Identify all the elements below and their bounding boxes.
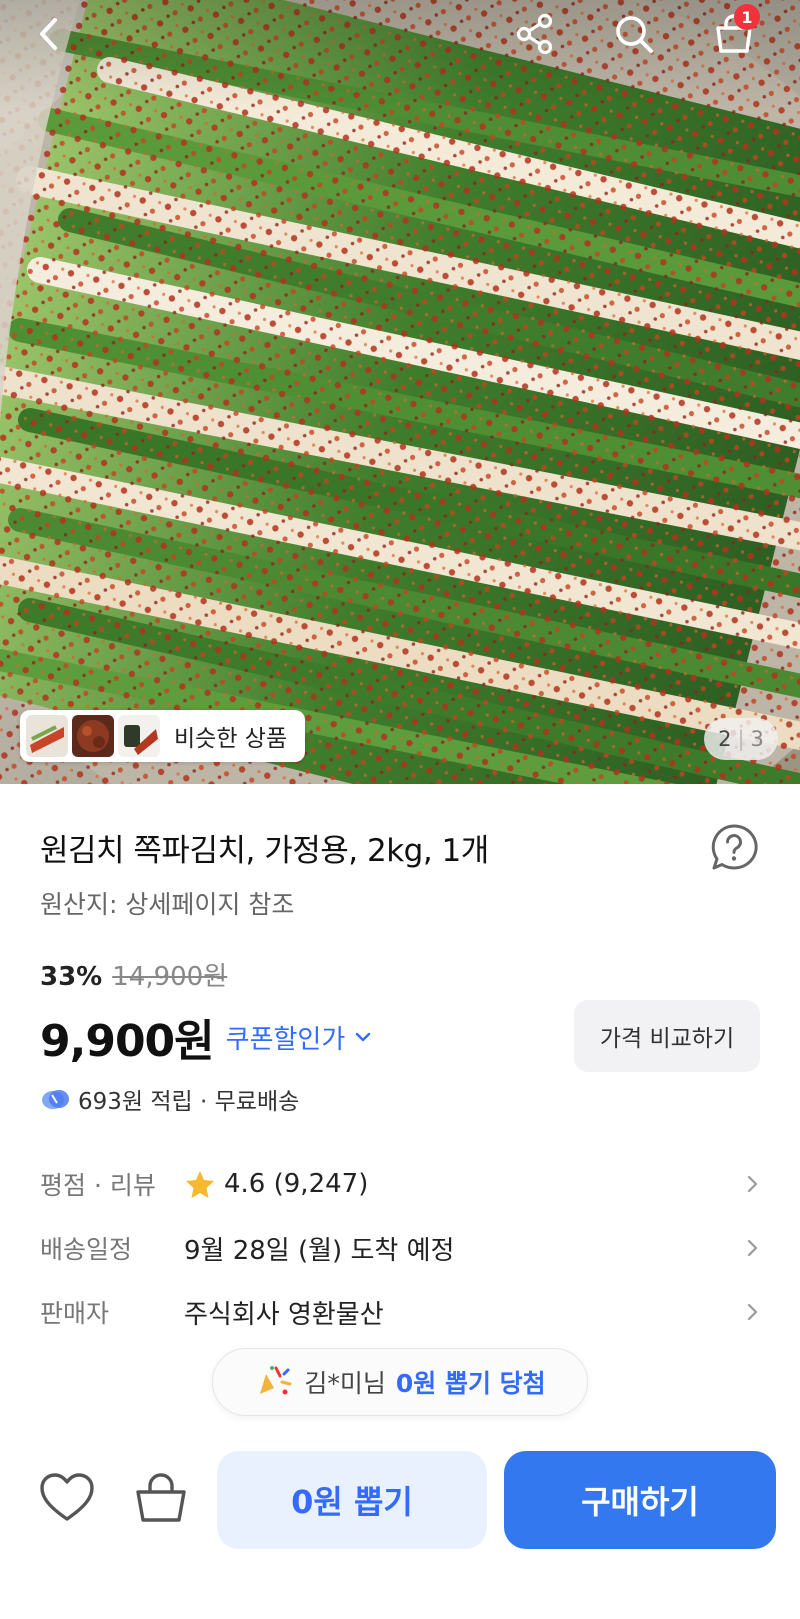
similar-thumb-1 xyxy=(26,715,68,757)
image-page-indicator: 2 | 3 xyxy=(704,718,778,760)
product-image-gallery[interactable]: 1 비슷한 상품 2 | 3 xyxy=(0,0,800,784)
discount-rate: 33% xyxy=(40,962,103,992)
page-separator: | xyxy=(737,727,745,751)
product-photo xyxy=(0,0,800,784)
reward-info: 693원 적립 · 무료배송 xyxy=(40,1082,299,1116)
current-page: 2 xyxy=(718,727,732,751)
chevron-left-icon xyxy=(40,18,57,50)
sale-price: 9,900원 xyxy=(40,1016,215,1067)
share-button[interactable] xyxy=(507,6,563,62)
seller-label: 판매자 xyxy=(40,1299,110,1328)
chevron-down-icon xyxy=(356,1032,371,1042)
seller-value: 주식회사 영환물산 xyxy=(184,1299,384,1330)
similar-thumb-2 xyxy=(72,715,114,757)
heart-icon xyxy=(40,1473,94,1521)
similar-products-button[interactable]: 비슷한 상품 xyxy=(20,710,305,762)
seller-row[interactable]: 판매자 주식회사 영환물산 xyxy=(40,1286,762,1338)
original-price: 14,900원 xyxy=(112,962,228,992)
add-to-cart-button[interactable] xyxy=(132,1470,190,1528)
delivery-row[interactable]: 배송일정 9월 28일 (월) 도착 예정 xyxy=(40,1222,762,1274)
question-bubble-icon xyxy=(711,824,758,870)
zero-won-draw-button[interactable]: 0원 뽑기 xyxy=(217,1451,487,1549)
party-popper-icon xyxy=(260,1366,292,1395)
similar-thumb-3 xyxy=(118,715,160,757)
coupon-label: 쿠폰할인가 xyxy=(225,1024,346,1055)
winner-name: 김*미님 xyxy=(304,1369,386,1398)
cart-count-badge: 1 xyxy=(734,4,760,30)
compare-prices-button[interactable]: 가격 비교하기 xyxy=(574,1000,760,1072)
hero-top-shade xyxy=(0,0,800,110)
rating-value: 4.6 (9,247) xyxy=(224,1169,369,1199)
chevron-right-icon xyxy=(747,1175,758,1193)
delivery-value: 9월 28일 (월) 도착 예정 xyxy=(184,1235,455,1266)
help-button[interactable] xyxy=(708,822,760,874)
back-button[interactable] xyxy=(22,6,78,62)
cash-reward-icon xyxy=(42,1090,69,1109)
chevron-right-icon xyxy=(747,1239,758,1257)
cart-button[interactable]: 1 xyxy=(706,4,762,62)
origin-info: 원산지: 상세페이지 참조 xyxy=(40,890,295,919)
chevron-right-icon xyxy=(747,1303,758,1321)
discount-row: 33% 14,900원 xyxy=(40,956,227,993)
reward-text: 693원 적립 · 무료배송 xyxy=(78,1089,300,1115)
rating-label: 평점 · 리뷰 xyxy=(40,1171,156,1200)
search-icon xyxy=(616,16,653,53)
share-icon xyxy=(516,13,553,55)
similar-products-label: 비슷한 상품 xyxy=(174,726,288,752)
buy-button[interactable]: 구매하기 xyxy=(504,1451,776,1549)
product-title: 원김치 쪽파김치, 가정용, 2kg, 1개 xyxy=(40,833,489,869)
winner-highlight: 0원 뽑기 당첨 xyxy=(395,1369,546,1398)
delivery-label: 배송일정 xyxy=(40,1235,133,1264)
rating-review-row[interactable]: 평점 · 리뷰 4.6 (9,247) xyxy=(40,1158,762,1210)
wishlist-button[interactable] xyxy=(38,1470,96,1528)
total-pages: 3 xyxy=(750,727,764,751)
price-row: 9,900원 쿠폰할인가 xyxy=(40,1005,373,1069)
star-icon xyxy=(186,1171,214,1198)
search-button[interactable] xyxy=(606,6,662,62)
basket-icon xyxy=(136,1473,186,1522)
draw-winner-banner[interactable]: 김*미님 0원 뽑기 당첨 xyxy=(212,1348,588,1416)
coupon-price-toggle[interactable]: 쿠폰할인가 xyxy=(226,1019,374,1056)
